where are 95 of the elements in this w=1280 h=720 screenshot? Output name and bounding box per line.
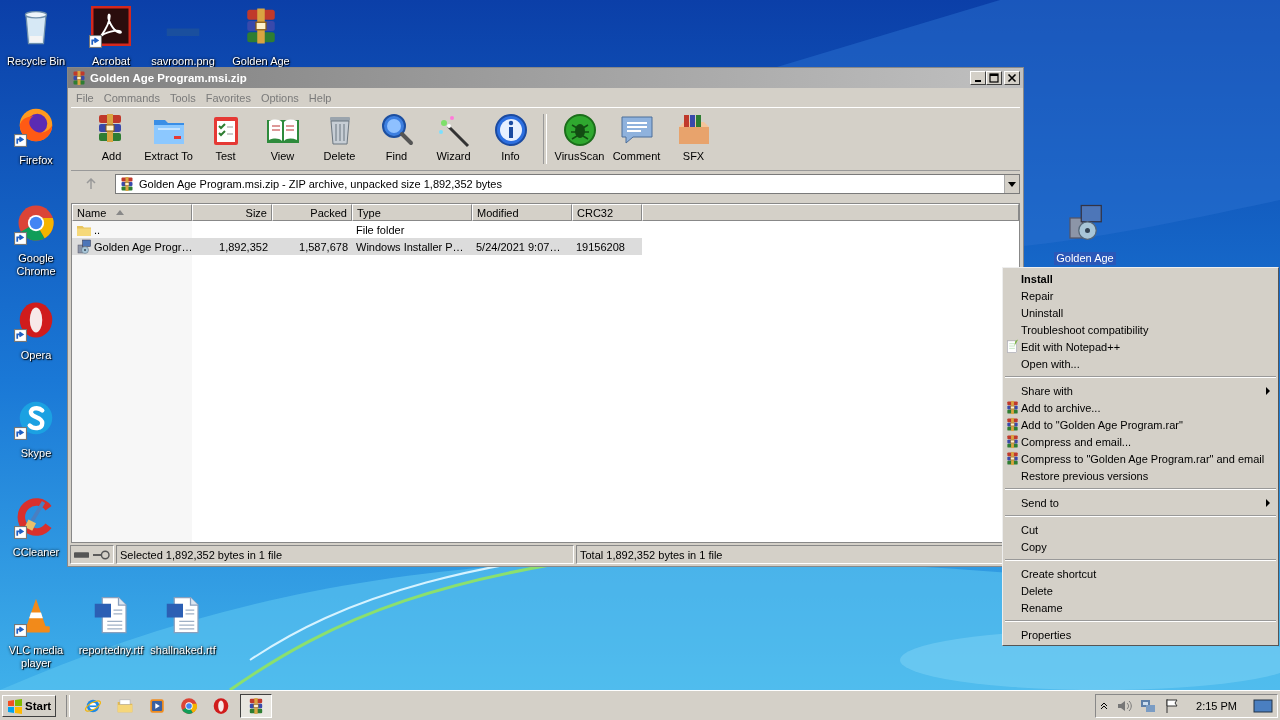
- column-header[interactable]: Modified: [472, 204, 572, 221]
- column-header[interactable]: Size: [192, 204, 272, 221]
- pdf-icon[interactable]: [91, 6, 131, 46]
- taskbar-button[interactable]: [240, 693, 273, 718]
- window-title: Golden Age Program.msi.zip: [90, 72, 248, 84]
- context-menu-item[interactable]: Compress to "Golden Age Program.rar" and email: [1003, 450, 1278, 467]
- desktop-icon-label[interactable]: Google Chrome: [3, 252, 69, 278]
- submenu-arrow-icon: [1266, 387, 1270, 395]
- windows-flag-icon: [7, 697, 23, 714]
- table-cell: 1,587,678: [299, 240, 348, 253]
- installer-icon: [76, 238, 92, 255]
- minimize-icon: [975, 80, 981, 82]
- toolbar-button[interactable]: Extract To: [140, 110, 197, 168]
- clock[interactable]: 2:15 PM: [1188, 699, 1245, 712]
- context-menu-item[interactable]: Cut: [1003, 521, 1278, 538]
- start-button[interactable]: Start: [2, 694, 57, 717]
- network-icon[interactable]: [1140, 697, 1157, 714]
- submenu-arrow-icon: [1266, 499, 1270, 507]
- context-menu-item[interactable]: Edit with Notepad++: [1003, 338, 1278, 355]
- sort-arrow-icon: [116, 210, 125, 215]
- table-cell: 19156208: [576, 240, 625, 253]
- show-desktop-icon[interactable]: [1253, 697, 1273, 714]
- flag-icon[interactable]: [1164, 697, 1181, 714]
- desktop-icon-label[interactable]: Acrobat: [90, 55, 132, 68]
- context-menu-item[interactable]: Delete: [1003, 582, 1278, 599]
- context-menu-item[interactable]: Uninstall: [1003, 304, 1278, 321]
- status-text: Total 1,892,352 bytes in 1 file: [580, 548, 723, 561]
- column-header[interactable]: Packed: [272, 204, 352, 221]
- status-text: Selected 1,892,352 bytes in 1 file: [120, 548, 283, 561]
- toolbar-button[interactable]: SFX: [665, 110, 722, 168]
- file-row[interactable]: .. File folder: [72, 221, 642, 238]
- archive-icon: [1005, 434, 1020, 449]
- context-menu-item[interactable]: Create shortcut: [1003, 565, 1278, 582]
- close-icon: [1007, 73, 1017, 83]
- archive-icon: [1005, 451, 1020, 466]
- drive-icon: [74, 550, 90, 559]
- desktop-icon-label[interactable]: Firefox: [17, 154, 55, 167]
- desktop-icon-label[interactable]: Skype: [18, 447, 54, 460]
- table-cell: File folder: [356, 223, 405, 236]
- context-menu-item[interactable]: Copy: [1003, 538, 1278, 555]
- desktop-icon-label[interactable]: Opera: [18, 349, 54, 362]
- chevron-up-icon[interactable]: [1100, 701, 1109, 710]
- archive-icon: [1005, 417, 1020, 432]
- table-cell: 1,892,352: [219, 240, 268, 253]
- toolbar-button[interactable]: Info: [482, 110, 539, 168]
- key-icon: [93, 549, 110, 560]
- info-icon: [492, 112, 529, 148]
- toolbar-button[interactable]: Find: [368, 110, 425, 168]
- bug-icon: [561, 112, 598, 148]
- column-header[interactable]: CRC32: [572, 204, 642, 221]
- context-menu-item[interactable]: Add to archive...: [1003, 399, 1278, 416]
- notepad-icon: [1005, 339, 1020, 354]
- browser-icon[interactable]: [16, 203, 56, 243]
- browser-icon: [180, 696, 199, 715]
- toolbar-button[interactable]: View: [254, 110, 311, 168]
- table-cell: Golden Age Progr…: [94, 240, 193, 253]
- context-menu-item[interactable]: Share with: [1003, 382, 1278, 399]
- archive-icon: [71, 70, 87, 86]
- close-button[interactable]: [1004, 71, 1020, 85]
- desktop-icon-label[interactable]: Recycle Bin: [4, 55, 68, 68]
- toolbar-button[interactable]: Test: [197, 110, 254, 168]
- toolbar-button[interactable]: Comment: [608, 110, 665, 168]
- context-menu-item[interactable]: Repair: [1003, 287, 1278, 304]
- archive-icon: [119, 176, 135, 192]
- toolbar-button[interactable]: Wizard: [425, 110, 482, 168]
- browser-icon: [212, 696, 231, 715]
- table-cell: 5/24/2021 9:07…: [476, 240, 561, 253]
- context-menu-item[interactable]: Send to: [1003, 494, 1278, 511]
- desktop-icon-label[interactable]: savroom.png: [149, 55, 217, 68]
- archive-icon: [1005, 400, 1020, 415]
- toolbar-button[interactable]: VirusScan: [551, 110, 608, 168]
- desktop-icon-label[interactable]: Golden Age: [230, 55, 292, 68]
- address-field[interactable]: Golden Age Program.msi.zip - ZIP archive, unpacked size 1,892,352 bytes: [115, 174, 1020, 194]
- up-arrow-icon: [85, 178, 97, 190]
- toolbar-button[interactable]: Delete: [311, 110, 368, 168]
- context-menu-item[interactable]: Restore previous versions: [1003, 467, 1278, 484]
- desktop-icon-label[interactable]: Golden Age: [1054, 252, 1116, 265]
- file-row[interactable]: Golden Age Progr… 1,892,352 1,587,678 Windows Installer P… 5/24/2021 9:07… 19156208: [72, 238, 642, 255]
- maximize-button[interactable]: [986, 71, 1002, 85]
- maximize-icon: [989, 73, 999, 83]
- context-menu-item[interactable]: Install: [1003, 270, 1278, 287]
- context-menu-item[interactable]: Rename: [1003, 599, 1278, 616]
- media-player-icon: [148, 696, 167, 715]
- column-header[interactable]: Type: [352, 204, 472, 221]
- context-menu-item[interactable]: Compress and email...: [1003, 433, 1278, 450]
- context-menu-item[interactable]: Add to "Golden Age Program.rar": [1003, 416, 1278, 433]
- minimize-button[interactable]: [970, 71, 986, 85]
- table-cell: Windows Installer P…: [356, 240, 464, 253]
- table-cell: ..: [94, 223, 101, 236]
- column-header[interactable]: Name: [72, 204, 192, 221]
- toolbar-button[interactable]: Add: [83, 110, 140, 168]
- context-menu-item[interactable]: Properties: [1003, 626, 1278, 643]
- context-menu-item[interactable]: Open with...: [1003, 355, 1278, 372]
- folder-icon: [116, 696, 135, 715]
- context-menu-item[interactable]: Troubleshoot compatibility: [1003, 321, 1278, 338]
